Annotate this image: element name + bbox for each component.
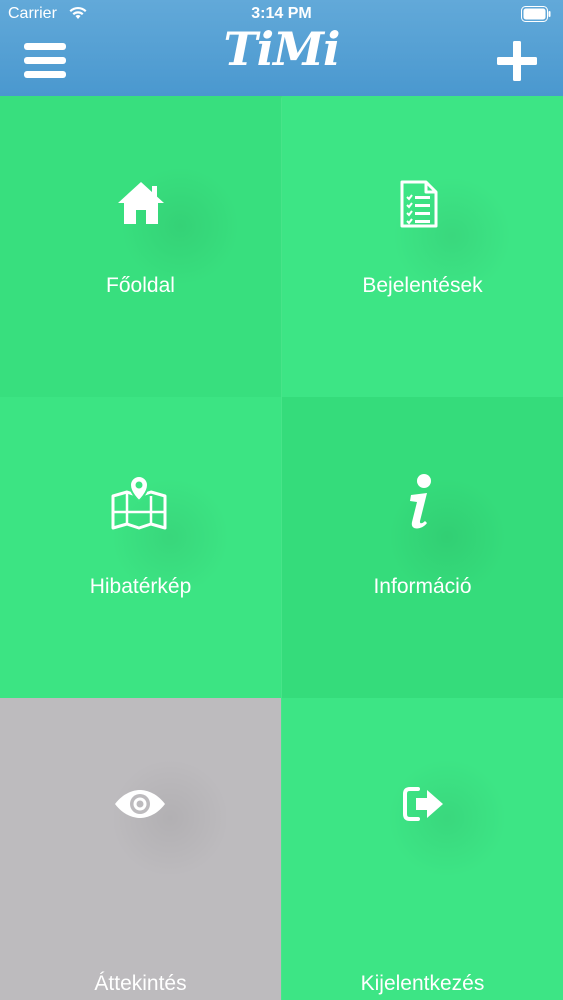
status-time: 3:14 PM (251, 5, 312, 22)
tile-overview[interactable]: Áttekintés (0, 698, 281, 1000)
tile-label: Kijelentkezés (360, 972, 485, 995)
grid-divider (281, 96, 282, 1000)
tile-reports[interactable]: Bejelentések (282, 96, 563, 397)
tile-label: Hibatérkép (89, 575, 192, 598)
add-button[interactable] (497, 41, 537, 81)
tile-label: Áttekintés (94, 972, 187, 995)
tile-information[interactable]: Információ (282, 397, 563, 698)
tile-label: Főoldal (106, 274, 175, 297)
tile-home[interactable]: Főoldal (0, 96, 281, 397)
tile-error-map[interactable]: Hibatérkép (0, 397, 281, 698)
document-checklist-icon (400, 180, 438, 228)
info-icon (410, 474, 431, 529)
tile-label: Bejelentések (362, 274, 483, 297)
tile-label: Információ (373, 575, 472, 598)
tile-logout[interactable]: Kijelentkezés (282, 698, 563, 1000)
eye-icon (115, 790, 165, 818)
map-pin-icon (111, 475, 167, 530)
menu-grid: Főoldal Bejelentések Hibatérkép Informác… (0, 96, 563, 1000)
logout-icon (403, 787, 443, 821)
navigation-bar: Carrier 3:14 PM TiMi (0, 0, 563, 96)
app-logo: TiMi (0, 22, 563, 76)
logo-text: TiMi (223, 22, 340, 76)
battery-icon (521, 6, 551, 22)
home-icon (118, 182, 164, 224)
